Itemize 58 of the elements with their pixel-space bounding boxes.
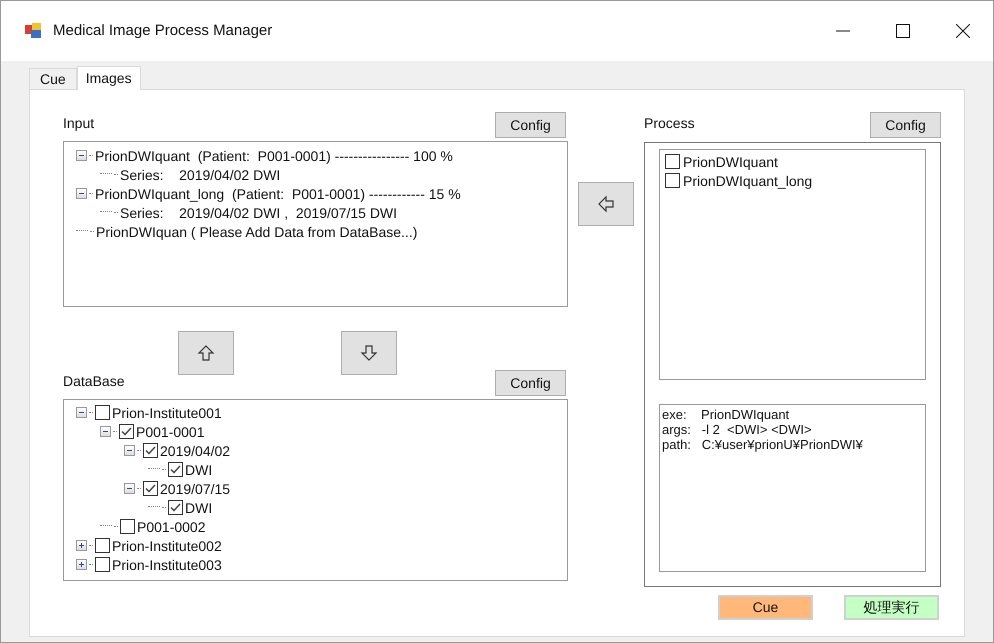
process-list[interactable]: PrionDWIquant PrionDWIquant_long (659, 149, 926, 380)
database-tree[interactable]: Prion-Institute001 P001-0001 2019/04/02 DWI 2019/07/15 DWI P001-0002 Prion-Institute002 Prion-Institute003 (63, 399, 568, 581)
config-button[interactable]: Config (495, 370, 566, 396)
checkbox[interactable] (95, 557, 110, 572)
collapse-icon[interactable] (76, 407, 87, 418)
checkbox[interactable] (95, 405, 110, 420)
info-line: args: -l 2 <DWI> <DWI> (662, 422, 813, 437)
section-label: Input (63, 114, 94, 133)
checkbox[interactable] (143, 443, 158, 458)
checkbox[interactable] (120, 519, 135, 534)
tree-item[interactable]: Series: 2019/04/02 DWI , 2019/07/15 DWI (120, 206, 398, 220)
expand-icon[interactable] (76, 540, 87, 551)
action-button[interactable]: 処理実行 (844, 595, 939, 620)
section-label: DataBase (63, 372, 124, 391)
checkbox[interactable] (665, 173, 680, 188)
arrow-left-icon (596, 194, 616, 214)
collapse-icon[interactable] (124, 483, 135, 494)
app-icon (25, 23, 43, 39)
info-line: path: C:¥user¥prionU¥PrionDWI¥ (662, 437, 864, 452)
close-icon[interactable] (956, 24, 970, 38)
collapse-icon[interactable] (100, 426, 111, 437)
checkbox[interactable] (168, 462, 183, 477)
tree-item[interactable]: Prion-Institute003 (112, 558, 222, 572)
checkbox[interactable] (143, 481, 158, 496)
checkbox[interactable] (168, 500, 183, 515)
tab[interactable]: Images (76, 66, 141, 90)
section-label: Process (644, 114, 695, 133)
maximize-icon[interactable] (896, 24, 910, 38)
tree-item[interactable]: DWI (185, 500, 212, 514)
tree-item[interactable]: PrionDWIquant_long (Patient: P001-0001) ------------ 15 % (95, 186, 461, 200)
config-button[interactable]: Config (495, 112, 566, 138)
window-title: Medical Image Process Manager (53, 20, 272, 41)
tree-item[interactable]: 2019/04/02 (160, 444, 230, 458)
checkbox[interactable] (665, 154, 680, 169)
collapse-icon[interactable] (124, 445, 135, 456)
tab[interactable]: Cue (29, 68, 77, 89)
tree-item[interactable]: 2019/07/15 (160, 482, 230, 496)
tree-item[interactable]: P001-0001 (136, 424, 205, 438)
tree-item[interactable]: Prion-Institute001 (112, 406, 222, 420)
checkbox[interactable] (119, 424, 134, 439)
arrow-up-icon (196, 343, 216, 363)
collapse-icon[interactable] (76, 188, 87, 199)
action-button[interactable]: Cue (718, 595, 813, 620)
collapse-icon[interactable] (76, 150, 87, 161)
expand-icon[interactable] (76, 559, 87, 570)
tree-item[interactable]: PrionDWIquant (Patient: P001-0001) ---------------- 100 % (95, 148, 453, 162)
info-line: exe: PrionDWIquant (662, 407, 790, 422)
tree-item[interactable]: PrionDWIquan ( Please Add Data from DataBase...) (96, 224, 418, 238)
list-item[interactable]: PrionDWIquant (683, 154, 778, 168)
input-tree[interactable] (63, 141, 568, 307)
config-button[interactable]: Config (870, 112, 941, 138)
arrow-down-icon (359, 343, 379, 363)
tree-item[interactable]: Prion-Institute002 (112, 538, 222, 552)
tree-item[interactable]: Series: 2019/04/02 DWI (120, 168, 280, 182)
tree-item[interactable]: DWI (185, 462, 212, 476)
tree-item[interactable]: P001-0002 (137, 520, 206, 534)
checkbox[interactable] (95, 538, 110, 553)
list-item[interactable]: PrionDWIquant_long (683, 174, 812, 188)
